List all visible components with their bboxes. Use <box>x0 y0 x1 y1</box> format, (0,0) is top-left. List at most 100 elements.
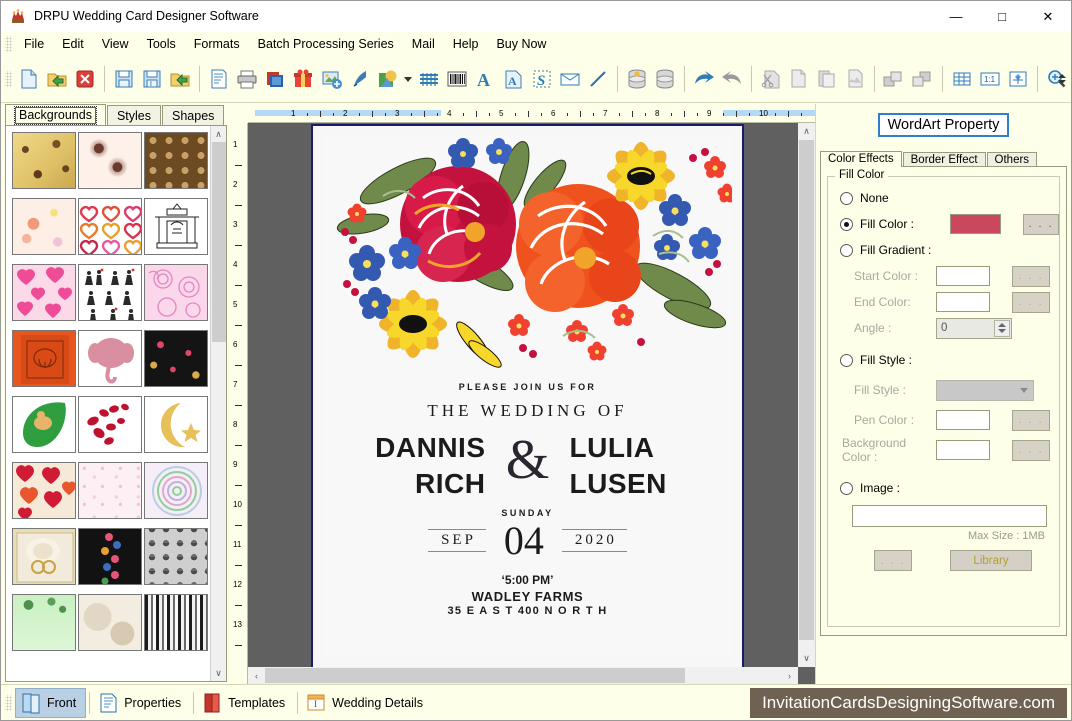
canvas-hscroll-thumb[interactable] <box>265 668 685 683</box>
canvas-scroll-region[interactable]: PLEASE JOIN US FOR THE WEDDING OF DANNIS… <box>248 123 798 667</box>
tab-color-effects[interactable]: Color Effects <box>820 151 902 167</box>
year-label[interactable]: 2020 <box>561 529 627 553</box>
angle-stepper[interactable]: 0 <box>936 317 1012 339</box>
wedding-card-preview[interactable]: PLEASE JOIN US FOR THE WEDDING OF DANNIS… <box>311 124 744 667</box>
close-button[interactable]: ✕ <box>1025 1 1071 32</box>
image-browse-button[interactable]: . . . <box>874 550 912 571</box>
copy-icon[interactable] <box>786 64 812 94</box>
wordart-icon[interactable]: A <box>500 64 526 94</box>
background-thumbnail-bride-groom-silhouettes[interactable] <box>78 264 142 321</box>
menu-edit[interactable]: Edit <box>53 34 93 54</box>
bride-name[interactable]: DANNIS RICH <box>330 430 490 502</box>
venue-label[interactable]: WADLEY FARMS <box>323 589 732 604</box>
day-label[interactable]: 04 <box>504 520 544 561</box>
background-thumbnail-green-floral-wash[interactable] <box>12 594 76 651</box>
fill-style-select[interactable] <box>936 379 1034 401</box>
angle-down-icon[interactable] <box>998 329 1006 333</box>
vertical-ruler[interactable]: 1 2 3 4 5 6 7 8 9 10 11 12 13 <box>229 123 248 684</box>
fill-color-browse-button[interactable]: . . . <box>1023 213 1059 235</box>
envelope-icon[interactable] <box>557 64 583 94</box>
radio-none[interactable] <box>840 191 853 205</box>
gift-icon[interactable] <box>290 64 316 94</box>
canvas-horizontal-scrollbar[interactable]: ‹ › <box>248 667 798 684</box>
page-setup-icon[interactable] <box>206 64 232 94</box>
menu-help[interactable]: Help <box>444 34 488 54</box>
canvas-vscroll-track[interactable] <box>798 140 815 650</box>
new-document-icon[interactable] <box>16 64 42 94</box>
shape-dropdown-chevron-icon[interactable] <box>403 64 414 94</box>
month-label[interactable]: SEP <box>428 529 486 553</box>
background-thumbnail-pink-hearts[interactable] <box>12 264 76 321</box>
redo-icon[interactable] <box>719 64 745 94</box>
library-button[interactable]: Library <box>950 550 1032 571</box>
fit-page-icon[interactable] <box>1005 64 1031 94</box>
radio-image[interactable] <box>840 481 853 495</box>
scroll-up-button[interactable]: ∧ <box>210 126 226 142</box>
background-thumbnail-vintage-gold-floral[interactable] <box>12 132 76 189</box>
delete-icon[interactable] <box>842 64 868 94</box>
background-thumbnail-grey-lace-pattern[interactable] <box>144 528 208 585</box>
minimize-button[interactable]: — <box>933 1 979 32</box>
radio-fill-style[interactable] <box>840 353 853 367</box>
sidebar-item-properties[interactable]: Properties <box>93 688 190 718</box>
background-thumbnail-green-leaf-cherub[interactable] <box>12 396 76 453</box>
scrollbar-thumb[interactable] <box>211 142 226 342</box>
actual-size-icon[interactable]: 1:1 <box>977 64 1003 94</box>
angle-up-icon[interactable] <box>998 323 1006 327</box>
start-color-browse-button[interactable]: . . . <box>1012 265 1050 287</box>
menu-tools[interactable]: Tools <box>138 34 185 54</box>
pen-icon[interactable] <box>347 64 373 94</box>
watermark-icon[interactable] <box>416 64 442 94</box>
background-thumbnail-cream-rose-rings[interactable] <box>12 528 76 585</box>
canvas-hscroll-track[interactable] <box>265 667 781 684</box>
start-color-swatch[interactable] <box>936 266 990 286</box>
background-thumbnail-rose-petals[interactable] <box>78 396 142 453</box>
menu-view[interactable]: View <box>93 34 138 54</box>
background-thumbnail-paisley-lace[interactable] <box>78 132 142 189</box>
card-layers-icon[interactable] <box>262 64 288 94</box>
fill-color-swatch[interactable] <box>950 214 1002 234</box>
sidebar-item-templates[interactable]: Templates <box>197 688 294 718</box>
menu-file[interactable]: File <box>15 34 53 54</box>
tab-others[interactable]: Others <box>986 152 1038 167</box>
background-thumbnail-wedding-mandap-sketch[interactable] <box>144 198 208 255</box>
menu-buy-now[interactable]: Buy Now <box>487 34 555 54</box>
background-thumbnail-orange-ganesha[interactable] <box>12 330 76 387</box>
send-back-icon[interactable] <box>910 64 936 94</box>
background-color-browse-button[interactable]: . . . <box>1012 439 1050 461</box>
end-color-swatch[interactable] <box>936 292 990 312</box>
weekday-label[interactable]: SUNDAY <box>323 508 732 518</box>
paste-icon[interactable] <box>814 64 840 94</box>
maximize-button[interactable]: □ <box>979 1 1025 32</box>
end-color-browse-button[interactable]: . . . <box>1012 291 1050 313</box>
background-thumbnail-pink-elephant[interactable] <box>78 330 142 387</box>
background-thumbnail-black-gold-floral[interactable] <box>144 330 208 387</box>
background-thumbnail-outline-hearts[interactable] <box>78 198 142 255</box>
canvas-vscroll-thumb[interactable] <box>799 140 814 640</box>
line-icon[interactable] <box>585 64 611 94</box>
cut-icon[interactable] <box>758 64 784 94</box>
canvas-scroll-up-button[interactable]: ∧ <box>798 123 815 140</box>
background-color-swatch[interactable] <box>936 440 990 460</box>
join-line[interactable]: PLEASE JOIN US FOR <box>323 382 732 392</box>
canvas-vertical-scrollbar[interactable]: ∧ ∨ <box>798 123 815 667</box>
undo-icon[interactable] <box>691 64 717 94</box>
canvas-scroll-left-button[interactable]: ‹ <box>248 667 265 684</box>
background-thumbnail-brown-tile-pattern[interactable] <box>144 132 208 189</box>
pen-color-browse-button[interactable]: . . . <box>1012 409 1050 431</box>
backgrounds-scrollbar[interactable]: ∧ ∨ <box>210 126 226 681</box>
background-thumbnail-red-glitter-hearts[interactable] <box>12 462 76 519</box>
menu-formats[interactable]: Formats <box>185 34 249 54</box>
sidebar-item-front[interactable]: Front <box>15 687 87 718</box>
grid-icon[interactable] <box>949 64 975 94</box>
print-icon[interactable] <box>234 64 260 94</box>
tab-shapes[interactable]: Shapes <box>162 105 225 125</box>
background-thumbnail-soft-pink-damask[interactable] <box>78 462 142 519</box>
save-as-icon[interactable]: I <box>139 64 165 94</box>
ampersand[interactable]: & <box>490 432 566 488</box>
pen-color-swatch[interactable] <box>936 410 990 430</box>
tab-backgrounds[interactable]: Backgrounds <box>5 104 106 125</box>
export-folder-icon[interactable] <box>167 64 193 94</box>
database-icon[interactable] <box>652 64 678 94</box>
open-folder-icon[interactable] <box>44 64 70 94</box>
